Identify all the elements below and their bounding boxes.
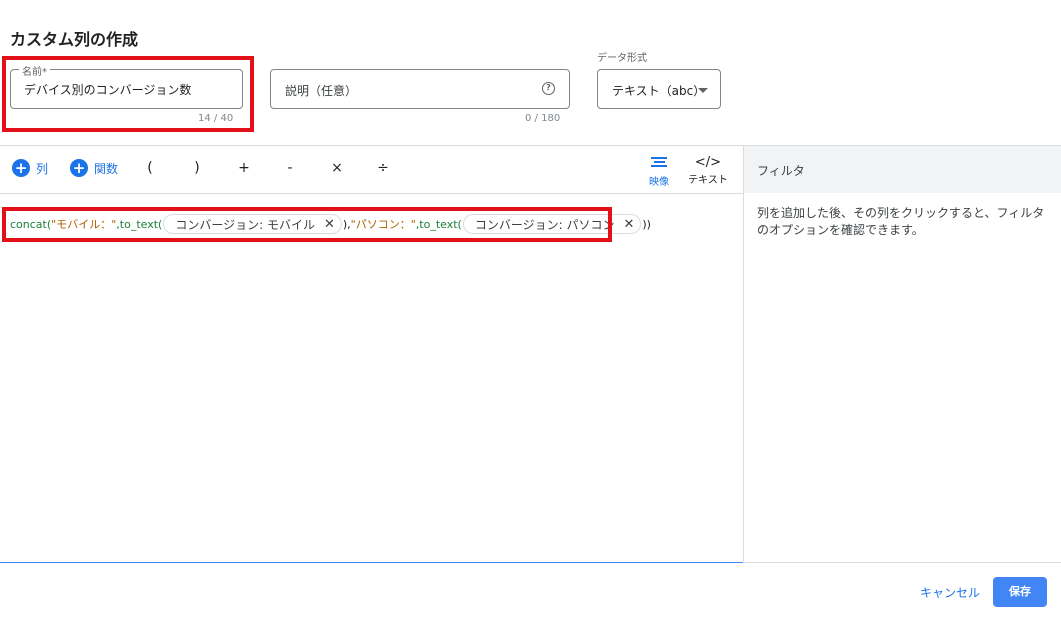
formula-punctuation: )) [642, 217, 651, 231]
panel-divider [743, 145, 744, 563]
dropdown-caret-icon [698, 88, 708, 93]
footer-divider [743, 562, 1061, 563]
save-button[interactable]: 保存 [993, 577, 1047, 607]
name-field-highlight [2, 56, 254, 132]
formula-highlight [2, 207, 612, 242]
visual-mode-button[interactable]: 映像 [639, 155, 679, 188]
open-paren-button[interactable]: ( [140, 160, 160, 176]
description-placeholder: 説明（任意） [285, 84, 358, 98]
divide-button[interactable]: ÷ [373, 160, 393, 176]
add-function-label: 関数 [94, 161, 119, 176]
dialog-title: カスタム列の作成 [10, 30, 139, 49]
description-counter: 0 / 180 [525, 113, 561, 124]
add-function-button[interactable]: + 関数 [70, 159, 118, 177]
filter-panel-title: フィルタ [757, 164, 805, 178]
data-type-select[interactable]: テキスト（abc） [597, 69, 721, 109]
add-column-label: 列 [36, 161, 49, 176]
multiply-button[interactable]: × [327, 160, 347, 176]
add-column-button[interactable]: + 列 [12, 159, 48, 177]
close-paren-button[interactable]: ) [187, 160, 207, 176]
text-mode-button[interactable]: </> テキスト [688, 155, 728, 186]
code-icon: </> [694, 155, 722, 170]
visual-mode-label: 映像 [649, 177, 669, 188]
add-circle-icon: + [70, 159, 88, 177]
filter-panel-description: 列を追加した後、その列をクリックすると、フィルタのオプションを確認できます。 [757, 206, 1045, 237]
description-field[interactable]: 説明（任意） ? [270, 69, 570, 109]
editor-bottom-border [0, 562, 743, 563]
close-icon[interactable]: ✕ [623, 217, 634, 232]
text-mode-label: テキスト [688, 175, 728, 186]
minus-button[interactable]: - [280, 160, 300, 176]
plus-button[interactable]: + [234, 160, 254, 176]
cancel-button[interactable]: キャンセル [920, 584, 980, 601]
lines-icon [639, 157, 679, 173]
toolbar-bottom-divider [0, 193, 743, 194]
data-type-label: データ形式 [597, 53, 647, 64]
help-icon[interactable]: ? [542, 82, 555, 95]
filter-panel-header: フィルタ [744, 146, 1061, 193]
data-type-value: テキスト（abc） [612, 84, 706, 98]
add-circle-icon: + [12, 159, 30, 177]
